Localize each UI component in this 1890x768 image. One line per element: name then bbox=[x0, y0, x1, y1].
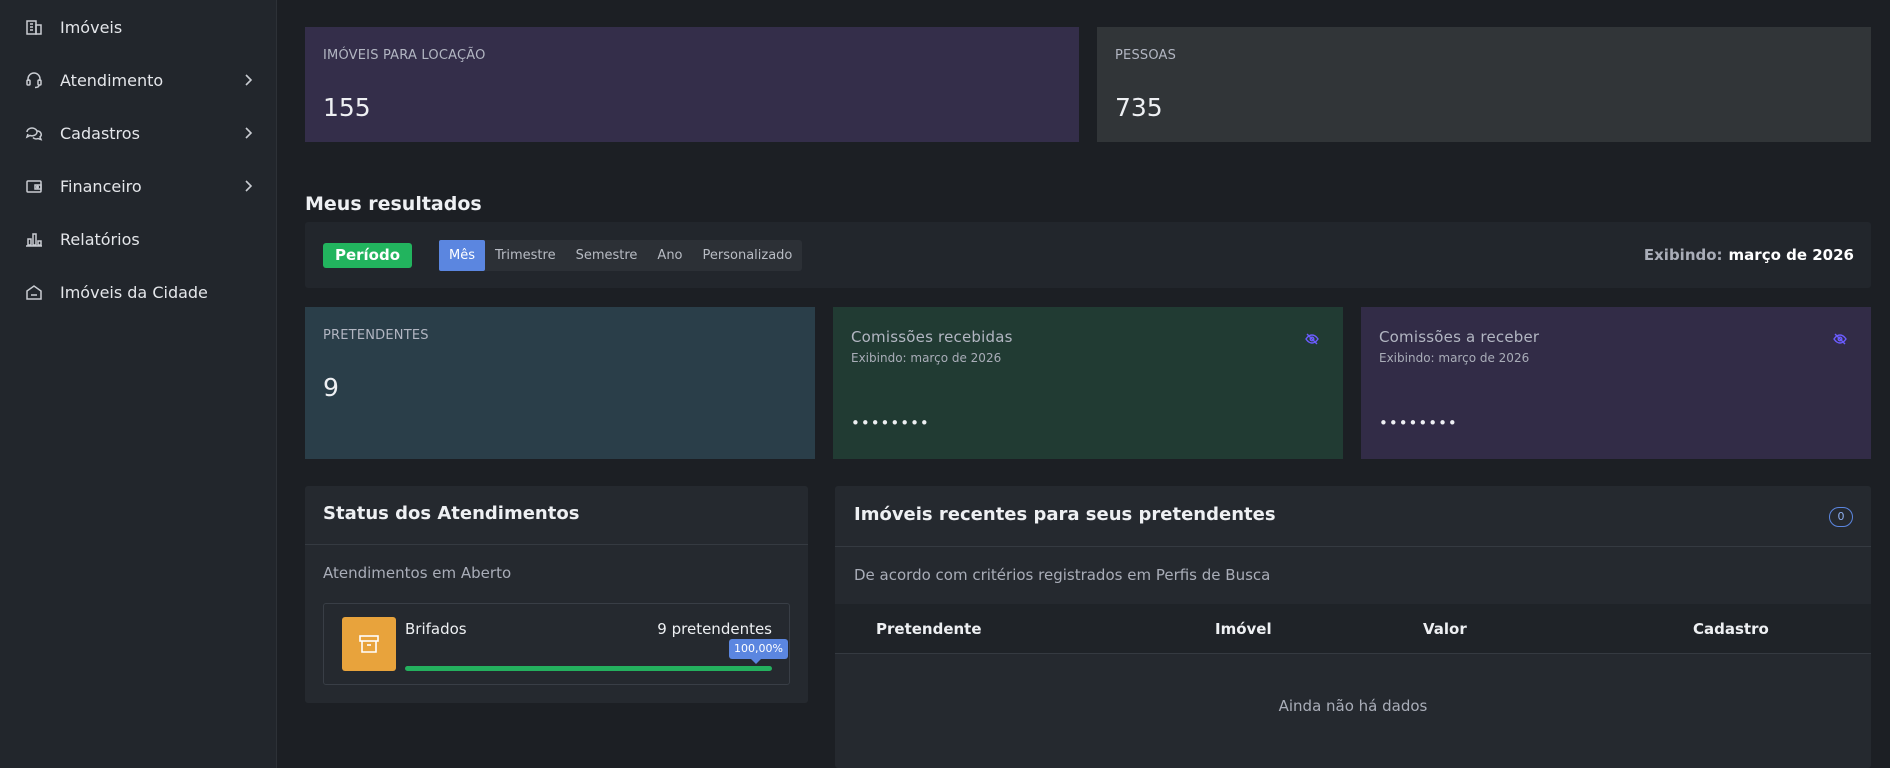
wallet-icon bbox=[26, 180, 42, 193]
panel-subtitle: De acordo com critérios registrados em P… bbox=[854, 566, 1271, 584]
progress-bar bbox=[405, 666, 772, 671]
panel-subtitle: Atendimentos em Aberto bbox=[323, 564, 512, 582]
eye-off-icon[interactable] bbox=[1833, 332, 1847, 346]
count-badge: 0 bbox=[1829, 507, 1853, 527]
tab-personalizado[interactable]: Personalizado bbox=[693, 240, 803, 271]
archive-icon bbox=[342, 617, 396, 671]
pessoas-card[interactable]: PESSOAS 735 bbox=[1097, 27, 1871, 142]
period-tabs: Mês Trimestre Semestre Ano Personalizado bbox=[439, 240, 803, 271]
divider bbox=[835, 653, 1871, 654]
showing-value: março de 2026 bbox=[1728, 246, 1854, 264]
panel-title: Status dos Atendimentos bbox=[323, 503, 580, 524]
card-title: Comissões a receber bbox=[1379, 328, 1540, 346]
sidebar-item-label: Atendimento bbox=[60, 70, 164, 90]
showing-period: Exibindo: março de 2026 bbox=[1644, 246, 1854, 264]
sidebar-item-label: Imóveis bbox=[60, 17, 123, 37]
sidebar-item-cadastros[interactable]: Cadastros bbox=[0, 113, 277, 153]
card-value: 155 bbox=[323, 93, 371, 122]
eye-off-icon[interactable] bbox=[1305, 332, 1319, 346]
chevron-right-icon bbox=[245, 180, 253, 192]
tab-mes[interactable]: Mês bbox=[439, 240, 485, 271]
divider bbox=[305, 544, 808, 545]
column-header-pretendente[interactable]: Pretendente bbox=[876, 620, 982, 638]
status-count: 9 pretendentes bbox=[657, 620, 772, 638]
card-title: PRETENDENTES bbox=[323, 328, 429, 343]
sidebar-item-atendimento[interactable]: Atendimento bbox=[0, 60, 277, 100]
period-badge: Período bbox=[323, 243, 412, 268]
card-value: 735 bbox=[1115, 93, 1163, 122]
sidebar-item-imoveis[interactable]: Imóveis bbox=[0, 7, 277, 47]
card-title: PESSOAS bbox=[1115, 48, 1177, 63]
chevron-right-icon bbox=[245, 127, 253, 139]
column-header-valor[interactable]: Valor bbox=[1423, 620, 1467, 638]
chat-bubbles-icon bbox=[25, 127, 43, 141]
sidebar-item-relatorios[interactable]: Relatórios bbox=[0, 219, 277, 259]
tab-ano[interactable]: Ano bbox=[647, 240, 692, 271]
percent-badge: 100,00% bbox=[729, 639, 788, 664]
sidebar-item-imoveis-da-cidade[interactable]: Imóveis da Cidade bbox=[0, 272, 277, 312]
imoveis-locacao-card[interactable]: IMÓVEIS PARA LOCAÇÃO 155 bbox=[305, 27, 1079, 142]
divider bbox=[835, 546, 1871, 547]
status-label: Brifados bbox=[405, 620, 467, 638]
masked-value: •••••••• bbox=[1379, 414, 1458, 432]
masked-value: •••••••• bbox=[851, 414, 930, 432]
tab-semestre[interactable]: Semestre bbox=[566, 240, 648, 271]
headset-icon bbox=[26, 72, 42, 89]
bar-chart-icon bbox=[26, 233, 42, 247]
home-icon bbox=[26, 285, 42, 300]
status-item-brifados[interactable]: Brifados 9 pretendentes 100,00% bbox=[323, 603, 790, 685]
empty-state: Ainda não há dados bbox=[1278, 697, 1428, 715]
card-subtitle: Exibindo: março de 2026 bbox=[1379, 351, 1530, 365]
section-title: Meus resultados bbox=[305, 193, 482, 215]
card-value: 9 bbox=[323, 373, 339, 402]
building-icon bbox=[26, 20, 42, 35]
column-header-imovel[interactable]: Imóvel bbox=[1215, 620, 1272, 638]
panel-title: Imóveis recentes para seus pretendentes bbox=[854, 504, 1276, 525]
card-title: Comissões recebidas bbox=[851, 328, 1013, 346]
sidebar: Imóveis Atendimento Cadastros Financeiro… bbox=[0, 0, 277, 768]
tab-trimestre[interactable]: Trimestre bbox=[485, 240, 566, 271]
chevron-right-icon bbox=[245, 74, 253, 86]
sidebar-item-label: Cadastros bbox=[60, 123, 140, 143]
card-subtitle: Exibindo: março de 2026 bbox=[851, 351, 1002, 365]
sidebar-item-label: Relatórios bbox=[60, 229, 140, 249]
table-header: Pretendente Imóvel Valor Cadastro bbox=[835, 604, 1871, 654]
column-header-cadastro[interactable]: Cadastro bbox=[1693, 620, 1769, 638]
period-filter-bar: Período Mês Trimestre Semestre Ano Perso… bbox=[305, 222, 1871, 288]
sidebar-item-financeiro[interactable]: Financeiro bbox=[0, 166, 277, 206]
showing-label: Exibindo: bbox=[1643, 246, 1723, 264]
comissoes-a-receber-card[interactable]: Comissões a receber Exibindo: março de 2… bbox=[1361, 307, 1871, 459]
card-title: IMÓVEIS PARA LOCAÇÃO bbox=[323, 48, 486, 63]
pretendentes-card[interactable]: PRETENDENTES 9 bbox=[305, 307, 815, 459]
sidebar-item-label: Imóveis da Cidade bbox=[60, 282, 208, 302]
comissoes-recebidas-card[interactable]: Comissões recebidas Exibindo: março de 2… bbox=[833, 307, 1343, 459]
status-atendimentos-panel: Status dos Atendimentos Atendimentos em … bbox=[305, 486, 808, 703]
sidebar-item-label: Financeiro bbox=[60, 176, 142, 196]
